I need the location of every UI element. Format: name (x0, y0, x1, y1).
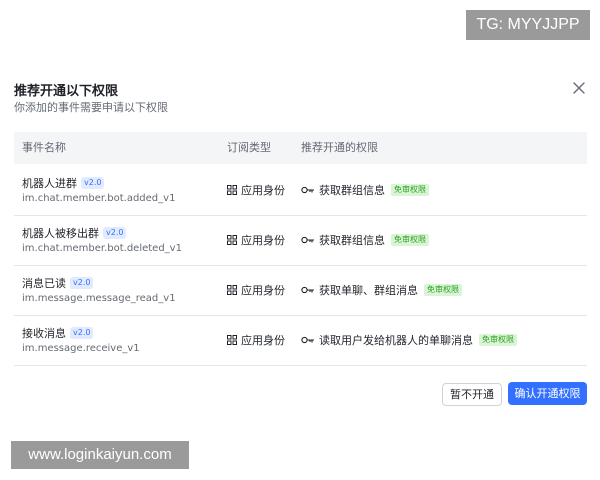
identity-label: 应用身份 (241, 234, 285, 247)
event-name-cell: 消息已读 v2.0 (22, 275, 94, 291)
tg-contact-badge: TG: MYYJJPP (466, 10, 590, 40)
app-grid-icon (227, 235, 237, 245)
permission-label: 读取用户发给机器人的单聊消息 (319, 334, 473, 347)
event-name: 消息已读 (22, 277, 66, 290)
identity-label: 应用身份 (241, 184, 285, 197)
identity-label: 应用身份 (241, 284, 285, 297)
skip-button[interactable]: 暂不开通 (442, 383, 502, 406)
subscription-type-cell: 应用身份 (227, 265, 285, 315)
event-name: 机器人被移出群 (22, 227, 99, 240)
site-watermark: www.loginkaiyun.com (11, 441, 189, 469)
close-icon (573, 82, 585, 94)
dialog-title: 推荐开通以下权限 (14, 84, 119, 99)
app-grid-icon (227, 285, 237, 295)
header-subscription-type: 订阅类型 (227, 141, 271, 154)
app-grid-icon (227, 335, 237, 345)
table-row: 机器人被移出群 v2.0 im.chat.member.bot.deleted_… (14, 215, 587, 266)
app-grid-icon (227, 185, 237, 195)
table-row: 接收消息 v2.0 im.message.receive_v1 应用身份 读取用… (14, 315, 587, 366)
permission-cell: 获取单聊、群组消息 免审权限 (301, 265, 462, 315)
permission-label: 获取群组信息 (319, 234, 385, 247)
table-row: 机器人进群 v2.0 im.chat.member.bot.added_v1 应… (14, 165, 587, 216)
permission-label: 获取群组信息 (319, 184, 385, 197)
event-name: 接收消息 (22, 327, 66, 340)
free-review-badge: 免审权限 (391, 234, 429, 246)
key-icon (301, 236, 315, 244)
header-recommended-permission: 推荐开通的权限 (301, 141, 378, 154)
key-icon (301, 186, 315, 194)
close-button[interactable] (571, 80, 587, 96)
event-id: im.chat.member.bot.deleted_v1 (22, 243, 182, 254)
version-badge: v2.0 (81, 177, 105, 189)
table-header: 事件名称 订阅类型 推荐开通的权限 (14, 132, 587, 164)
table-row: 消息已读 v2.0 im.message.message_read_v1 应用身… (14, 265, 587, 316)
event-name-cell: 机器人进群 v2.0 (22, 175, 105, 191)
subscription-type-cell: 应用身份 (227, 315, 285, 365)
header-event-name: 事件名称 (22, 141, 66, 154)
free-review-badge: 免审权限 (424, 284, 462, 296)
version-badge: v2.0 (70, 327, 94, 339)
key-icon (301, 336, 315, 344)
event-name: 机器人进群 (22, 177, 77, 190)
permission-cell: 读取用户发给机器人的单聊消息 免审权限 (301, 315, 517, 365)
event-name-cell: 接收消息 v2.0 (22, 325, 94, 341)
version-badge: v2.0 (103, 227, 127, 239)
confirm-enable-button[interactable]: 确认开通权限 (508, 382, 587, 405)
dialog-subtitle: 你添加的事件需要申请以下权限 (14, 101, 168, 114)
event-id: im.message.message_read_v1 (22, 293, 176, 304)
permission-cell: 获取群组信息 免审权限 (301, 215, 429, 265)
permission-label: 获取单聊、群组消息 (319, 284, 418, 297)
permission-cell: 获取群组信息 免审权限 (301, 165, 429, 215)
event-id: im.message.receive_v1 (22, 343, 140, 354)
version-badge: v2.0 (70, 277, 94, 289)
free-review-badge: 免审权限 (479, 334, 517, 346)
key-icon (301, 286, 315, 294)
subscription-type-cell: 应用身份 (227, 165, 285, 215)
event-name-cell: 机器人被移出群 v2.0 (22, 225, 127, 241)
free-review-badge: 免审权限 (391, 184, 429, 196)
identity-label: 应用身份 (241, 334, 285, 347)
subscription-type-cell: 应用身份 (227, 215, 285, 265)
event-id: im.chat.member.bot.added_v1 (22, 193, 176, 204)
